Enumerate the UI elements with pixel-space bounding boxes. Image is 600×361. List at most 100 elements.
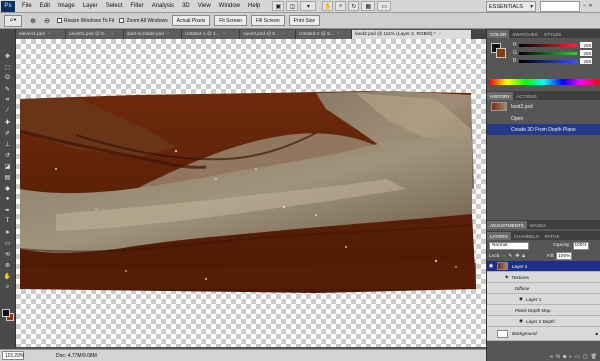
link-layers-icon[interactable]: ∞: [550, 354, 554, 360]
red-slider[interactable]: R 255: [513, 41, 600, 49]
zoom-all-windows-checkbox[interactable]: Zoom All Windows: [119, 18, 168, 24]
path-select-tool-icon[interactable]: ➤: [2, 227, 14, 237]
menu-analysis[interactable]: Analysis: [148, 3, 178, 9]
clone-stamp-tool-icon[interactable]: ⊥: [2, 139, 14, 149]
resize-windows-checkbox[interactable]: Resize Windows To Fit: [57, 18, 114, 24]
arrange-documents-icon[interactable]: ▦: [361, 1, 376, 11]
green-slider[interactable]: G 255: [513, 49, 600, 57]
lock-transparency-icon[interactable]: ▫: [503, 254, 505, 259]
blur-tool-icon[interactable]: ◆: [2, 183, 14, 193]
menu-edit[interactable]: Edit: [36, 3, 54, 9]
menu-layer[interactable]: Layer: [79, 3, 102, 9]
tab-document[interactable]: Untitled-2 @ 5... ×: [296, 30, 352, 39]
history-snapshot[interactable]: land2.psd: [487, 100, 600, 113]
healing-brush-tool-icon[interactable]: ✚: [2, 117, 14, 127]
layer-row-group[interactable]: Plane Depth Map: [487, 305, 600, 316]
eyedropper-tool-icon[interactable]: ⁄: [2, 106, 14, 116]
adjustment-layer-icon[interactable]: ◐: [569, 354, 572, 360]
eye-icon[interactable]: [487, 330, 495, 338]
menu-file[interactable]: File: [18, 3, 36, 9]
layer-row-group[interactable]: Diffuse: [487, 283, 600, 294]
tab-swatches[interactable]: SWATCHES: [509, 30, 541, 38]
layer-row-active[interactable]: ◉ Layer 2: [487, 261, 600, 272]
menu-3d[interactable]: 3D: [178, 3, 194, 9]
close-icon[interactable]: ×: [167, 32, 170, 37]
menu-select[interactable]: Select: [102, 3, 127, 9]
tab-adjustments[interactable]: ADJUSTMENTS: [487, 221, 527, 229]
opacity-field[interactable]: 100%: [572, 241, 589, 250]
red-value[interactable]: 255: [580, 42, 592, 48]
zoom-in-icon[interactable]: ⊕: [28, 16, 38, 26]
actual-pixels-button[interactable]: Actual Pixels: [171, 15, 211, 26]
workspace-switcher[interactable]: ESSENTIALS ▾: [486, 1, 536, 12]
lock-image-icon[interactable]: ✎: [508, 254, 512, 259]
blue-slider[interactable]: B 255: [513, 57, 600, 65]
layer-row-item[interactable]: ◉ Layer 2 Depth: [487, 316, 600, 327]
red-track[interactable]: [519, 43, 577, 47]
fill-field[interactable]: 100%: [556, 252, 573, 260]
foreground-color-swatch[interactable]: [2, 309, 10, 317]
hand-icon[interactable]: ✋: [322, 1, 334, 11]
gradient-tool-icon[interactable]: ▤: [2, 172, 14, 182]
quick-select-tool-icon[interactable]: ✎: [2, 84, 14, 94]
color-spectrum-ramp[interactable]: [489, 79, 599, 85]
tab-document[interactable]: start-scrolder.psd ×: [124, 30, 182, 39]
close-icon[interactable]: ×: [48, 32, 51, 37]
fx-icon[interactable]: fx: [556, 354, 560, 360]
close-icon[interactable]: ×: [337, 32, 340, 37]
history-brush-tool-icon[interactable]: ↺: [2, 150, 14, 160]
blue-track[interactable]: [519, 59, 577, 63]
tab-color[interactable]: COLOR: [487, 30, 510, 38]
brush-tool-icon[interactable]: ✐: [2, 128, 14, 138]
rotate-view-icon[interactable]: ↻: [348, 1, 360, 11]
layer-row-group[interactable]: ◈ Textures: [487, 272, 600, 283]
menu-window[interactable]: Window: [215, 3, 244, 9]
blue-value[interactable]: 255: [580, 58, 592, 64]
zoom-tool-preset-icon[interactable]: ⌕▾: [4, 14, 22, 27]
layer-row-item[interactable]: ◉ Layer 1: [487, 294, 600, 305]
eraser-tool-icon[interactable]: ◪: [2, 161, 14, 171]
3d-orbit-tool-icon[interactable]: ⊚: [2, 260, 14, 270]
eye-icon[interactable]: ◉: [519, 296, 523, 302]
tab-document[interactable]: cave3.psd @ 5... ×: [240, 30, 296, 39]
history-step[interactable]: Open: [487, 113, 600, 124]
fill-screen-button[interactable]: Fill Screen: [251, 15, 285, 26]
lock-all-icon[interactable]: 🔒︎: [522, 253, 525, 259]
tab-history[interactable]: HISTORY: [487, 92, 514, 100]
print-size-button[interactable]: Print Size: [288, 15, 321, 26]
green-value[interactable]: 255: [580, 50, 592, 56]
tab-paths[interactable]: PATHS: [542, 232, 563, 240]
lock-position-icon[interactable]: ✥: [515, 254, 519, 259]
menu-help[interactable]: Help: [244, 3, 264, 9]
shape-tool-icon[interactable]: ▭: [2, 238, 14, 248]
document-canvas[interactable]: [16, 39, 486, 347]
document-size-info[interactable]: Doc: 4.77M/9.08M: [56, 353, 97, 359]
close-icon[interactable]: ×: [223, 32, 226, 37]
move-tool-icon[interactable]: ✥: [2, 51, 14, 61]
marquee-tool-icon[interactable]: ⬚: [2, 62, 14, 72]
trash-icon[interactable]: 🗑︎: [591, 354, 597, 360]
close-icon[interactable]: ×: [111, 32, 114, 37]
crop-tool-icon[interactable]: ⌗: [2, 95, 14, 105]
lasso-tool-icon[interactable]: ʘ: [2, 73, 14, 83]
zoom-icon[interactable]: ⌕: [335, 1, 347, 11]
menu-image[interactable]: Image: [54, 3, 79, 9]
zoom-level-icon[interactable]: ▾: [300, 1, 317, 11]
type-tool-icon[interactable]: T: [2, 216, 14, 226]
pen-tool-icon[interactable]: ✒: [2, 205, 14, 215]
blend-mode-select[interactable]: Normal: [489, 241, 529, 250]
close-icon[interactable]: ×: [439, 32, 442, 37]
dodge-tool-icon[interactable]: ●: [2, 194, 14, 204]
tab-styles[interactable]: STYLES: [541, 30, 565, 38]
group-folder-icon[interactable]: ▭: [575, 354, 580, 360]
bridge-icon[interactable]: ▣: [272, 1, 285, 11]
zoom-level-field[interactable]: 115.29%: [2, 351, 24, 360]
zoom-out-icon[interactable]: ⊖: [42, 16, 52, 26]
tab-masks[interactable]: MASKS: [527, 221, 549, 229]
tab-document[interactable]: cave01.psd @ 5... ×: [66, 30, 124, 39]
mask-icon[interactable]: ◙: [563, 354, 566, 360]
history-step-active[interactable]: Create 3D From Depth Plane: [487, 124, 600, 135]
hand-tool-icon[interactable]: ✋: [2, 271, 14, 281]
zoom-tool-icon[interactable]: ⌕: [2, 282, 14, 292]
cs-live-search[interactable]: [540, 1, 580, 12]
